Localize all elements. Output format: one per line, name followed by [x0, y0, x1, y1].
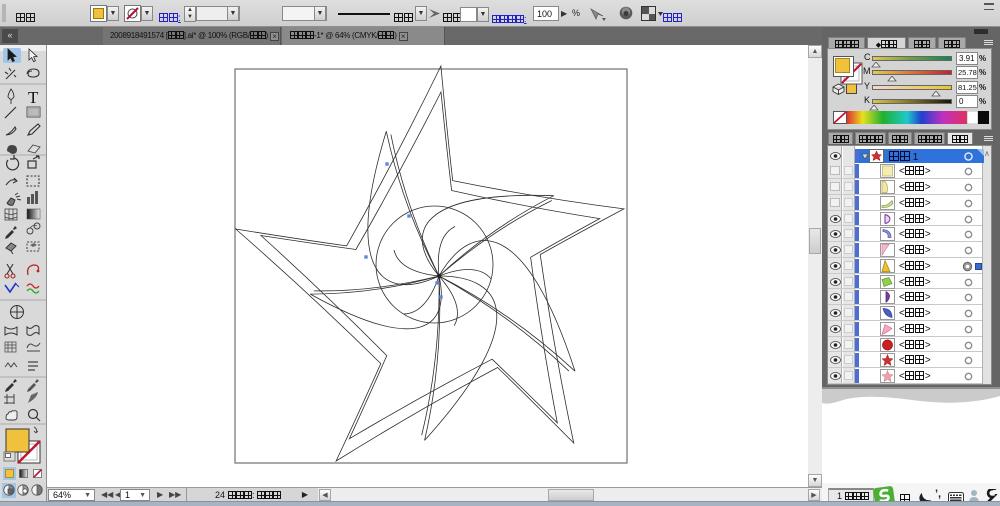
svg-text:T: T — [28, 88, 39, 107]
